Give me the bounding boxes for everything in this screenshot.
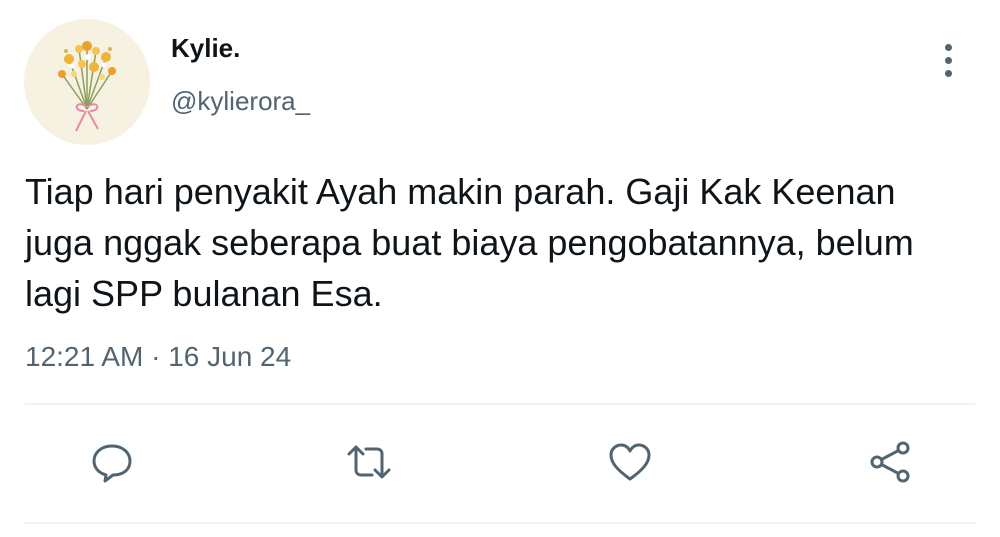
reply-icon bbox=[92, 444, 132, 483]
tweet-card: Kylie. @kylierora_ Tiap hari penyakit Ay… bbox=[0, 0, 1000, 537]
meta-separator: · bbox=[151, 341, 161, 372]
flower-bouquet-icon bbox=[58, 41, 116, 132]
tweet-meta: 12:21 AM · 16 Jun 24 bbox=[25, 340, 291, 374]
display-name[interactable]: Kylie. bbox=[171, 33, 240, 63]
like-icon bbox=[609, 443, 651, 481]
divider bbox=[25, 403, 975, 405]
tweet-text: Tiap hari penyakit Ayah makin parah. Gaj… bbox=[25, 171, 914, 314]
tweet-date[interactable]: 16 Jun 24 bbox=[168, 341, 291, 372]
share-button[interactable] bbox=[864, 436, 916, 488]
retweet-icon bbox=[347, 445, 391, 479]
share-icon bbox=[870, 441, 910, 483]
dot-icon bbox=[944, 43, 952, 51]
more-options-button[interactable] bbox=[928, 40, 968, 80]
dot-icon bbox=[944, 69, 952, 77]
dot-icon bbox=[944, 56, 952, 64]
avatar[interactable] bbox=[24, 19, 150, 145]
divider bbox=[25, 522, 975, 524]
like-button[interactable] bbox=[604, 436, 656, 488]
reply-button[interactable] bbox=[86, 436, 138, 488]
retweet-button[interactable] bbox=[343, 436, 395, 488]
user-handle[interactable]: @kylierora_ bbox=[171, 86, 310, 116]
tweet-time[interactable]: 12:21 AM bbox=[25, 341, 143, 372]
